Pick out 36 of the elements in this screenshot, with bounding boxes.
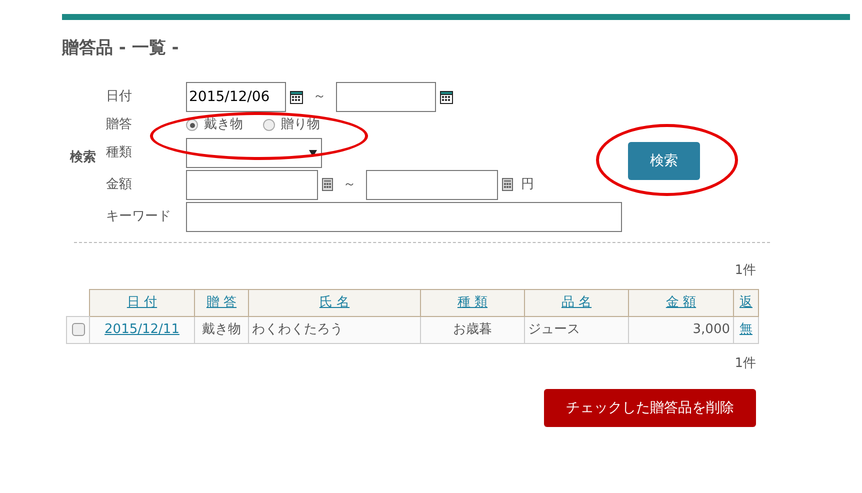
range-separator: ～ xyxy=(313,88,326,106)
section-label: 検索 xyxy=(68,148,97,168)
table-cell: わくわくたろう xyxy=(252,322,343,337)
amount-to-field[interactable] xyxy=(366,170,498,200)
table-cell: お歳暮 xyxy=(453,322,492,337)
result-count: 1件 xyxy=(734,263,756,278)
search-button[interactable]: 検索 xyxy=(628,142,700,180)
table-cell: ジュース xyxy=(528,322,580,337)
result-count: 1件 xyxy=(734,356,756,370)
dropdown-arrow-icon xyxy=(309,150,317,156)
table-cell: 3,000 xyxy=(692,322,730,337)
delete-button[interactable]: チェックした贈答品を削除 xyxy=(544,389,756,427)
keyword-field[interactable] xyxy=(186,202,622,232)
page-title: 贈答品 - 一覧 - xyxy=(62,37,180,60)
row-checkbox[interactable] xyxy=(72,322,84,336)
field-label: 贈答 xyxy=(106,116,133,134)
radio-button[interactable] xyxy=(186,119,198,131)
column-header-link[interactable]: 日 付 xyxy=(126,294,158,310)
field-label: 日付 xyxy=(106,88,133,106)
unit-label: 円 xyxy=(521,176,534,194)
radio-label: 贈り物 xyxy=(281,116,320,134)
radio-label: 戴き物 xyxy=(204,116,243,134)
field-label: 金額 xyxy=(106,176,133,194)
field-label: 種類 xyxy=(106,144,133,162)
column-header-link[interactable]: 金 額 xyxy=(666,294,696,310)
radio-button[interactable] xyxy=(263,119,275,131)
column-header-link[interactable]: 種 類 xyxy=(457,294,488,310)
amount-from-field[interactable] xyxy=(186,170,318,200)
date-from-field[interactable]: 2015/12/06 xyxy=(186,82,286,112)
range-separator: ～ xyxy=(343,176,356,194)
category-select[interactable] xyxy=(186,138,322,168)
table-cell: 戴き物 xyxy=(202,322,241,337)
field-label: キーワード xyxy=(106,208,172,226)
date-to-field[interactable] xyxy=(336,82,436,112)
column-header-link[interactable]: 品 名 xyxy=(561,294,592,310)
column-header-link[interactable]: 氏 名 xyxy=(319,294,350,310)
